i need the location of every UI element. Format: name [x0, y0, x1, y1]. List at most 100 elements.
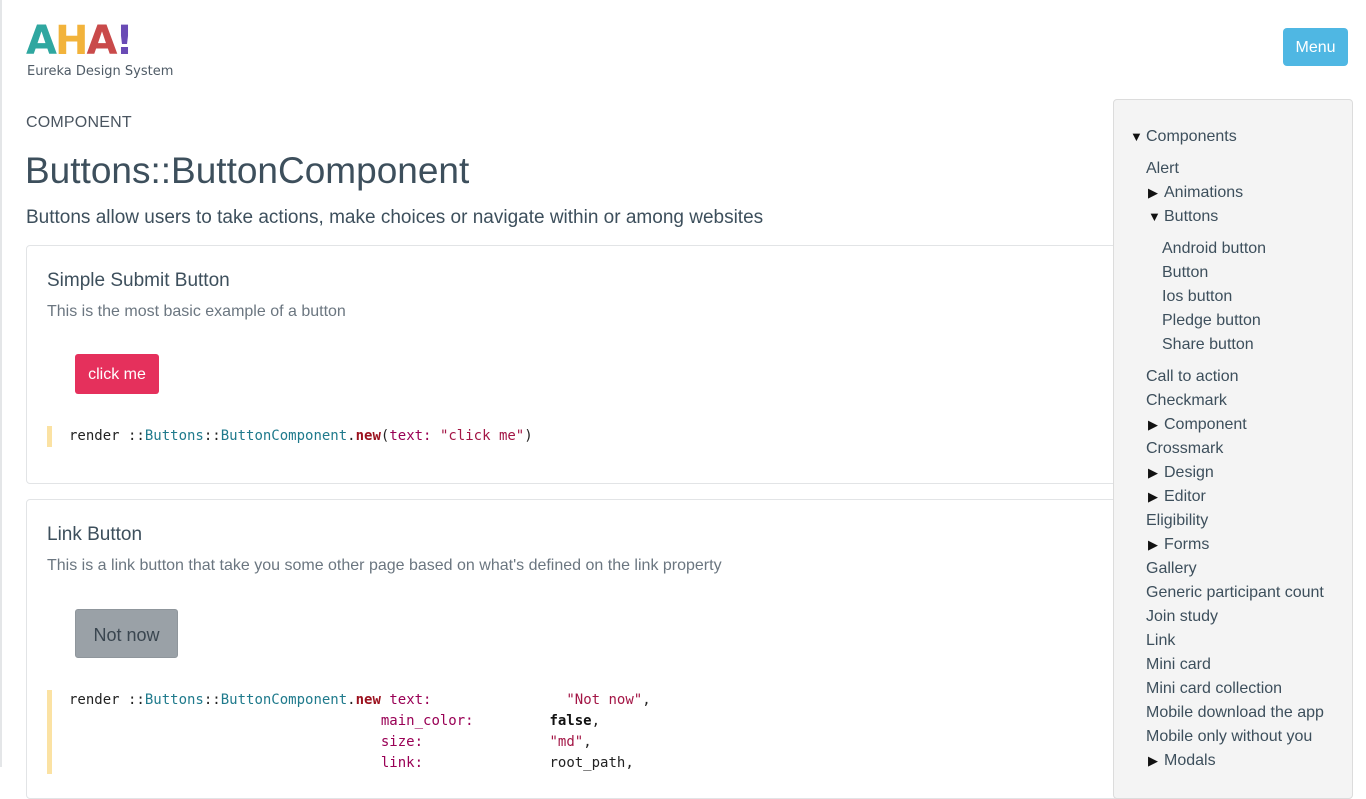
sidebar-item-mini-card[interactable]: Mini card: [1146, 655, 1211, 675]
sidebar-item-label: Share button: [1162, 336, 1254, 353]
sidebar-item-android-button[interactable]: Android button: [1162, 239, 1266, 259]
code-param-value: "md": [549, 734, 584, 750]
code-token: Buttons: [144, 692, 204, 708]
page-kicker: COMPONENT: [26, 114, 132, 131]
sidebar-item-label: Gallery: [1146, 560, 1197, 577]
chevron-right-icon: ▶: [1148, 537, 1158, 552]
sidebar-item-mobile-download-the-app[interactable]: Mobile download the app: [1146, 703, 1324, 723]
sidebar-item-alert[interactable]: Alert: [1146, 159, 1179, 179]
sidebar-item-label: Animations: [1164, 184, 1244, 201]
sidebar-item-crossmark[interactable]: Crossmark: [1146, 439, 1223, 459]
code-token: ): [524, 428, 533, 444]
sidebar-item-animations[interactable]: ▶ Animations: [1148, 183, 1243, 203]
sidebar-item-buttons[interactable]: ▼ Buttons: [1148, 207, 1218, 227]
sidebar-item-button[interactable]: Button: [1162, 263, 1208, 283]
sidebar-item-forms[interactable]: ▶ Forms: [1148, 535, 1209, 555]
sidebar-item-link[interactable]: Link: [1146, 631, 1175, 651]
sidebar-item-gallery[interactable]: Gallery: [1146, 559, 1197, 579]
sidebar-item-checkmark[interactable]: Checkmark: [1146, 391, 1227, 411]
code-token: text:: [389, 428, 432, 444]
page-left-border: [0, 0, 2, 767]
sidebar-item-generic-participant-count[interactable]: Generic participant count: [1146, 583, 1324, 603]
example-description: This is the most basic example of a butt…: [47, 303, 346, 320]
sidebar-item-mobile-only-without-you[interactable]: Mobile only without you: [1146, 727, 1312, 747]
sidebar-item-label: Mobile download the app: [1146, 704, 1324, 721]
example-title: Simple Submit Button: [47, 270, 230, 291]
code-param-key: text:: [389, 692, 432, 708]
code-token: .: [347, 692, 356, 708]
logo-wordmark: AHA!: [26, 18, 134, 64]
logo-letter-3: A: [86, 18, 117, 64]
code-token: Buttons: [144, 428, 204, 444]
chevron-right-icon: ▶: [1148, 417, 1158, 432]
sidebar-root-components[interactable]: ▼ Components: [1130, 127, 1237, 147]
sidebar-item-eligibility[interactable]: Eligibility: [1146, 511, 1208, 531]
logo-subtitle: Eureka Design System: [27, 64, 174, 79]
code-token: new: [355, 692, 381, 708]
chevron-right-icon: ▶: [1148, 753, 1158, 768]
example-card-simple-submit: Simple Submit Button This is the most ba…: [26, 245, 1146, 484]
example-description: This is a link button that take you some…: [47, 557, 722, 574]
code-token: ::: [203, 428, 221, 444]
sidebar-item-label: Mobile only without you: [1146, 728, 1313, 745]
sidebar-item-label: Join study: [1146, 608, 1219, 625]
chevron-right-icon: ▶: [1148, 489, 1158, 504]
sidebar-item-join-study[interactable]: Join study: [1146, 607, 1218, 627]
sidebar-item-label: Buttons: [1164, 208, 1219, 225]
sidebar-item-label: Link: [1146, 632, 1176, 649]
code-snippet: render ::Buttons::ButtonComponent.new(te…: [47, 426, 533, 447]
sidebar-item-label: Checkmark: [1146, 392, 1227, 409]
code-token: ButtonComponent: [220, 692, 348, 708]
code-token: render ::: [69, 692, 145, 708]
code-param-value: false: [549, 713, 592, 729]
sidebar-item-label: Call to action: [1146, 368, 1239, 385]
logo-letter-2: H: [54, 18, 89, 64]
sidebar-item-editor[interactable]: ▶ Editor: [1148, 487, 1206, 507]
sidebar-item-label: Generic participant count: [1146, 584, 1324, 601]
example-title: Link Button: [47, 524, 143, 545]
code-param-key: main_color:: [380, 713, 474, 729]
sidebar-item-label: Pledge button: [1162, 312, 1261, 329]
code-token: render ::: [69, 428, 145, 444]
click-me-button[interactable]: click me: [75, 354, 159, 394]
code-param-key: link:: [380, 755, 424, 771]
logo-letter-4: !: [115, 18, 133, 64]
sidebar-item-label: Forms: [1164, 536, 1210, 553]
chevron-right-icon: ▶: [1148, 465, 1158, 480]
code-token: ButtonComponent: [220, 428, 348, 444]
example-card-link-button: Link Button This is a link button that t…: [26, 499, 1146, 799]
sidebar-item-label: Design: [1164, 464, 1214, 481]
sidebar-item-mini-card-collection[interactable]: Mini card collection: [1146, 679, 1282, 699]
not-now-button[interactable]: Not now: [75, 609, 178, 658]
sidebar-item-label: Android button: [1162, 240, 1267, 257]
code-token: .: [347, 428, 356, 444]
sidebar-item-pledge-button[interactable]: Pledge button: [1162, 311, 1261, 331]
code-token: "click me": [439, 428, 525, 444]
sidebar-item-label: Alert: [1146, 160, 1179, 177]
sidebar-item-call-to-action[interactable]: Call to action: [1146, 367, 1239, 387]
sidebar-item-label: Mini card collection: [1146, 680, 1283, 697]
chevron-right-icon: ▶: [1148, 185, 1158, 200]
sidebar-item-label: Button: [1162, 264, 1209, 281]
sidebar-item-modals[interactable]: ▶ Modals: [1148, 751, 1216, 771]
sidebar-item-share-button[interactable]: Share button: [1162, 335, 1254, 355]
code-token: ::: [203, 692, 221, 708]
sidebar-item-component[interactable]: ▶ Component: [1148, 415, 1247, 435]
logo[interactable]: AHA! Eureka Design System: [26, 18, 174, 82]
menu-button[interactable]: Menu: [1283, 28, 1348, 66]
sidebar-item-label: Component: [1164, 416, 1247, 433]
sidebar-item-ios-button[interactable]: Ios button: [1162, 287, 1232, 307]
chevron-down-icon: ▼: [1130, 129, 1143, 144]
chevron-down-icon: ▼: [1148, 209, 1161, 224]
code-token: new: [355, 428, 381, 444]
sidebar-item-label: Components: [1146, 128, 1237, 145]
sidebar-item-design[interactable]: ▶ Design: [1148, 463, 1214, 483]
sidebar-item-label: Eligibility: [1146, 512, 1209, 529]
sidebar-item-label: Modals: [1164, 752, 1216, 769]
sidebar-item-label: Ios button: [1162, 288, 1233, 305]
page-description: Buttons allow users to take actions, mak…: [26, 207, 764, 228]
code-param-value: "Not now": [566, 692, 643, 708]
sidebar-item-label: Crossmark: [1146, 440, 1224, 457]
code-param-key: size:: [380, 734, 424, 750]
